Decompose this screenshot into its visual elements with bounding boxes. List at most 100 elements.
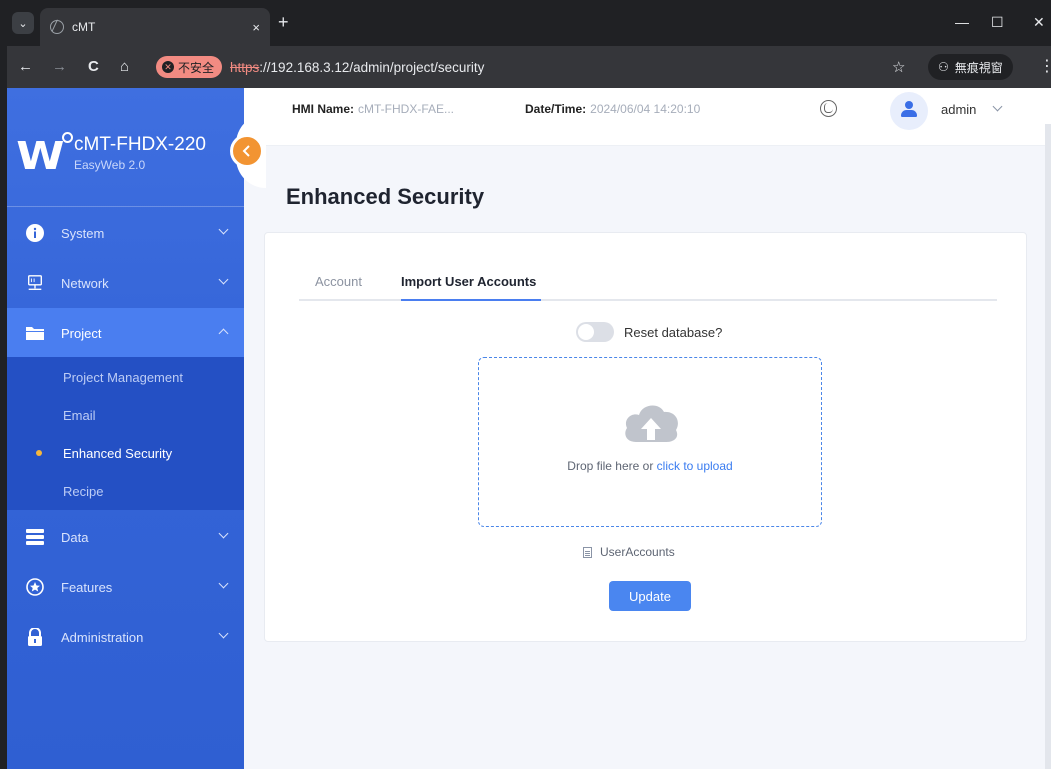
sidebar-item-system[interactable]: System (7, 208, 244, 258)
content-card: Account Import User Accounts Reset datab… (264, 232, 1027, 642)
sidebar-item-administration[interactable]: Administration (7, 612, 244, 662)
sidebar-item-network[interactable]: Network (7, 258, 244, 308)
back-icon[interactable]: ← (18, 58, 33, 75)
document-icon (583, 546, 592, 558)
tab-close-icon[interactable]: × (252, 20, 260, 35)
active-dot-icon (36, 450, 42, 456)
datetime-label: Date/Time: (525, 102, 587, 116)
user-icon-body (901, 110, 917, 117)
drop-instruction: Drop file here or (567, 459, 657, 473)
top-header: HMI Name: cMT-FHDX-FAE... Date/Time: 2024/… (244, 88, 1051, 146)
submenu-item-email[interactable]: Email (7, 396, 244, 434)
browser-toolbar: ← → C ⌂ ✕ 不安全 https://192.168.3.12/admin… (0, 46, 1051, 88)
url-path: ://192.168.3.12/admin/project/security (259, 59, 485, 75)
sidebar-item-label: Administration (61, 629, 144, 645)
forward-icon[interactable]: → (52, 58, 67, 75)
tab-title: cMT (72, 20, 96, 34)
project-submenu: Project Management Email Enhanced Securi… (7, 357, 244, 510)
chevron-down-icon (218, 628, 229, 639)
collapse-sidebar-button[interactable] (230, 134, 264, 168)
device-model: cMT-FHDX-220 (74, 134, 206, 155)
sidebar-item-data[interactable]: Data (7, 512, 244, 562)
submenu-item-label: Project Management (63, 369, 183, 385)
tab-import-user-accounts[interactable]: Import User Accounts (401, 274, 536, 289)
submenu-item-project-management[interactable]: Project Management (7, 358, 244, 396)
chevron-down-icon (218, 224, 229, 235)
sidebar-item-label: Data (61, 529, 89, 545)
hmi-name-label: HMI Name: (292, 102, 355, 116)
submenu-item-label: Recipe (63, 483, 104, 499)
sidebar-item-label: Project (61, 325, 102, 341)
submenu-item-label: Enhanced Security (63, 445, 173, 461)
app-version: EasyWeb 2.0 (74, 158, 146, 172)
not-secure-badge[interactable]: ✕ 不安全 (156, 56, 223, 78)
database-icon (26, 528, 44, 546)
brand-header: W cMT-FHDX-220 EasyWeb 2.0 (7, 88, 244, 206)
browser-menu-icon[interactable]: ⋮ (1039, 56, 1051, 76)
datetime-field: Date/Time: 2024/06/04 14:20:10 (525, 102, 700, 116)
address-bar[interactable]: ✕ 不安全 https://192.168.3.12/admin/project… (156, 53, 916, 81)
logo-mark (62, 132, 73, 143)
incognito-icon: ⚇ (938, 60, 949, 74)
language-globe-icon[interactable] (820, 100, 837, 117)
file-name: UserAccounts (600, 545, 675, 559)
hmi-name-field: HMI Name: cMT-FHDX-FAE... (292, 102, 454, 116)
hmi-name-value: cMT-FHDX-FAE... (358, 102, 455, 116)
chevron-down-icon (218, 578, 229, 589)
star-badge-icon (26, 578, 44, 596)
toggle-knob (578, 324, 594, 340)
upload-dropzone[interactable]: Drop file here or click to upload (478, 357, 822, 527)
sidebar: W cMT-FHDX-220 EasyWeb 2.0 System Networ… (7, 88, 244, 769)
incognito-indicator[interactable]: ⚇ 無痕視窗 (928, 54, 1013, 80)
tab-bar: Account Import User Accounts (299, 265, 997, 301)
sidebar-item-project[interactable]: Project (7, 308, 244, 358)
user-icon (905, 101, 913, 109)
chevron-down-icon[interactable] (992, 101, 1003, 112)
chevron-up-icon (218, 328, 229, 339)
url-scheme: https (230, 59, 260, 75)
reload-icon[interactable]: C (88, 58, 99, 75)
sidebar-item-features[interactable]: Features (7, 562, 244, 612)
user-menu[interactable]: admin (941, 102, 976, 117)
dropzone-text: Drop file here or click to upload (479, 459, 821, 473)
lock-icon (26, 628, 44, 646)
not-secure-label: 不安全 (178, 60, 215, 75)
selected-file: UserAccounts (583, 545, 675, 559)
chevron-left-icon (242, 145, 250, 157)
sidebar-item-label: Features (61, 579, 113, 595)
home-icon[interactable]: ⌂ (120, 58, 129, 75)
scrollbar[interactable] (1045, 124, 1051, 769)
avatar[interactable] (890, 92, 928, 130)
divider (7, 206, 244, 207)
window-frame (0, 0, 7, 769)
bookmark-star-icon[interactable]: ☆ (892, 58, 905, 76)
active-tab-indicator (401, 299, 541, 301)
new-tab-button[interactable]: + (278, 12, 289, 33)
chevron-down-icon (218, 274, 229, 285)
warning-icon: ✕ (162, 61, 174, 73)
weintek-logo-icon: W (16, 134, 64, 178)
maximize-icon[interactable]: ☐ (991, 14, 1004, 31)
submenu-item-recipe[interactable]: Recipe (7, 472, 244, 510)
tab-account[interactable]: Account (315, 274, 362, 289)
network-icon (26, 274, 44, 292)
reset-database-label: Reset database? (624, 325, 723, 340)
tab-search-button[interactable]: ⌄ (12, 12, 34, 34)
browser-tab[interactable]: cMT × (40, 8, 270, 46)
minimize-icon[interactable]: — (955, 14, 969, 30)
main-content: HMI Name: cMT-FHDX-FAE... Date/Time: 2024/… (244, 88, 1051, 769)
close-window-icon[interactable]: ✕ (1033, 14, 1045, 31)
click-to-upload-link[interactable]: click to upload (657, 459, 733, 473)
folder-icon (26, 324, 44, 342)
submenu-item-label: Email (63, 407, 96, 423)
site-favicon-icon (50, 20, 64, 34)
update-button[interactable]: Update (609, 581, 691, 611)
chevron-down-icon (218, 528, 229, 539)
sidebar-item-label: System (61, 225, 105, 241)
incognito-label: 無痕視窗 (954, 60, 1003, 75)
cloud-upload-icon (625, 405, 678, 442)
url-text[interactable]: https://192.168.3.12/admin/project/secur… (230, 60, 484, 75)
sidebar-item-label: Network (61, 275, 109, 291)
reset-database-toggle[interactable] (576, 322, 614, 342)
submenu-item-enhanced-security[interactable]: Enhanced Security (7, 434, 244, 472)
